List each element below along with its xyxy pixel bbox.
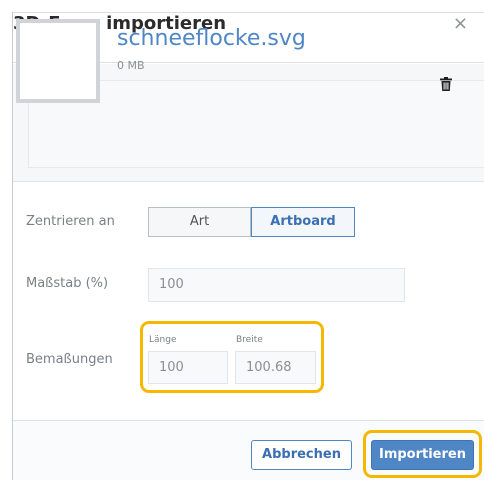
import-button[interactable]: Importieren [371,440,474,470]
scale-label: Maßstab (%) [26,276,109,291]
cancel-button[interactable]: Abbrechen [251,440,352,470]
length-input[interactable]: 100 [148,351,228,384]
file-name: schneeflocke.svg [117,26,306,51]
scale-input[interactable]: 100 [148,268,405,302]
close-icon[interactable]: × [453,15,468,33]
center-on-label: Zentrieren an [26,214,115,229]
import-3d-shape-dialog: 3D-Form importieren × schneeflocke.svg 0… [0,0,484,480]
trash-icon[interactable] [440,77,452,91]
width-label: Breite [236,335,263,345]
file-size: 0 MB [117,59,145,72]
center-on-artboard-option[interactable]: Artboard [251,207,355,237]
length-label: Länge [149,335,177,345]
width-input[interactable]: 100.68 [235,351,316,384]
file-thumbnail [16,19,100,103]
dimensions-label: Bemaßungen [26,352,113,367]
center-on-art-option[interactable]: Art [148,207,251,237]
